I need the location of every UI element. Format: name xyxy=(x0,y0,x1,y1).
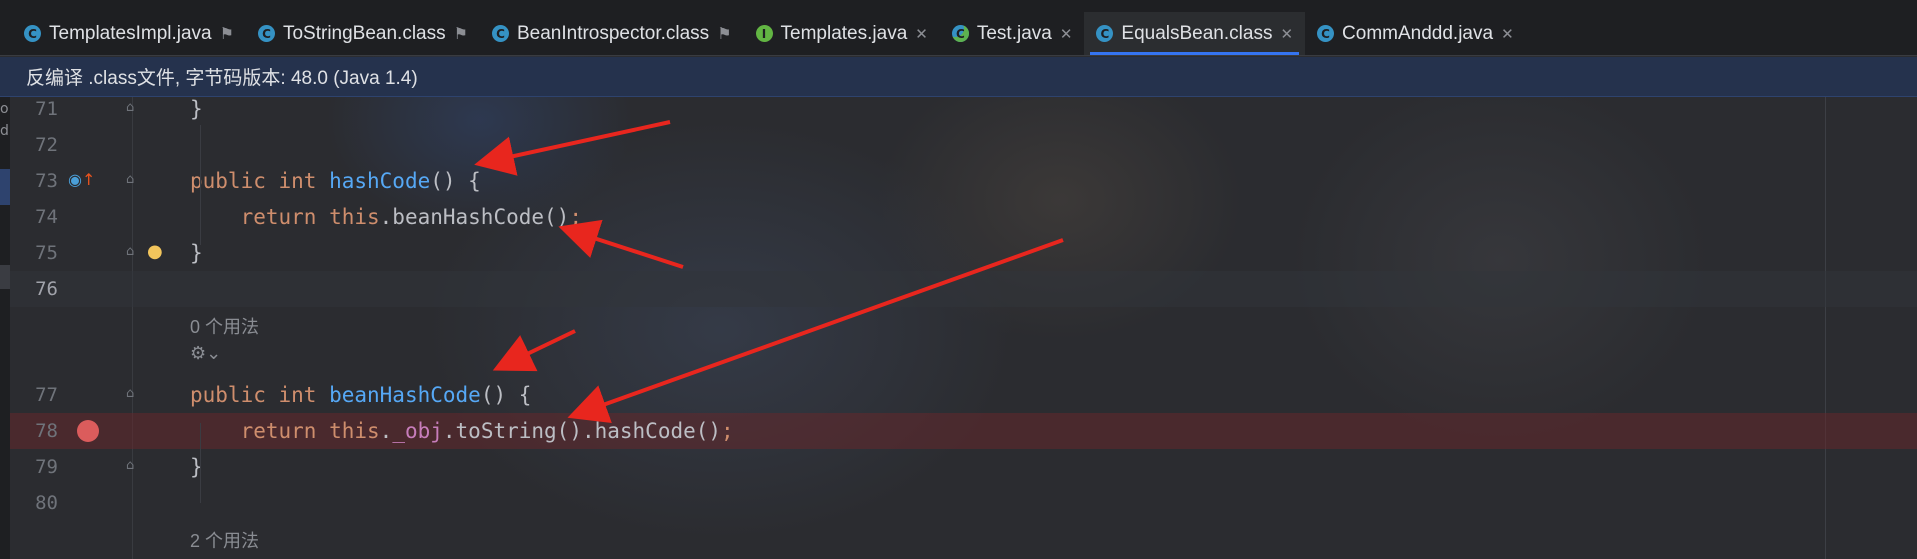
close-icon[interactable]: ✕ xyxy=(1280,25,1293,43)
class-icon: C xyxy=(491,25,509,42)
tab-templatesimpl-java[interactable]: C TemplatesImpl.java ⚑ xyxy=(12,12,246,55)
tab-test-java[interactable]: C Test.java ✕ xyxy=(940,12,1085,55)
code-line[interactable]: 72 xyxy=(10,127,1917,163)
code-text[interactable]: public int hashCode() { xyxy=(190,169,481,193)
inlay-settings-icon[interactable]: ⚙⌄ xyxy=(190,343,221,364)
usage-hint[interactable]: 2 个用法 xyxy=(190,527,259,553)
code-token: public xyxy=(190,169,279,193)
code-line[interactable]: 80 xyxy=(10,485,1917,521)
code-line[interactable]: 76 xyxy=(10,271,1917,307)
tool-window-glyph: o xyxy=(0,101,9,117)
line-number[interactable]: 76 xyxy=(10,278,58,300)
pin-icon[interactable]: ⚑ xyxy=(454,24,468,44)
fold-icon[interactable]: ⌂ xyxy=(126,386,140,402)
code-token: int xyxy=(278,169,330,193)
line-number[interactable]: 73 xyxy=(10,170,58,192)
toolbar-strip xyxy=(0,0,1917,12)
line-number[interactable]: 79 xyxy=(10,456,58,478)
code-line[interactable]: 73 public int hashCode() { xyxy=(10,163,1917,199)
code-line[interactable]: 71} xyxy=(10,91,1917,127)
code-token: public xyxy=(190,383,279,407)
class-icon: C xyxy=(257,25,275,42)
line-number[interactable]: 72 xyxy=(10,134,58,156)
code-token: int xyxy=(278,383,330,407)
tab-beanintrospector-class[interactable]: C BeanIntrospector.class ⚑ xyxy=(480,12,744,55)
code-token: . xyxy=(379,419,393,443)
code-token: () { xyxy=(430,169,481,193)
code-line[interactable]: 77 public int beanHashCode() { xyxy=(10,377,1917,413)
code-token: this xyxy=(329,419,380,443)
tab-commanddd-java[interactable]: C CommAnddd.java ✕ xyxy=(1305,12,1526,55)
lightbulb-icon[interactable]: ● xyxy=(147,241,163,262)
tab-label: CommAnddd.java xyxy=(1342,22,1494,44)
line-number[interactable]: 74 xyxy=(10,206,58,228)
breakpoint-icon[interactable] xyxy=(77,420,99,442)
class-icon: C xyxy=(1317,25,1335,42)
code-line[interactable]: 74 return this.beanHashCode(); xyxy=(10,199,1917,235)
code-token: ; xyxy=(569,205,582,229)
code-token: } xyxy=(190,97,203,121)
code-token: () { xyxy=(480,383,532,407)
code-token: ; xyxy=(721,419,734,443)
code-token: this xyxy=(329,205,380,229)
tab-label: Templates.java xyxy=(780,22,908,44)
class-icon: C xyxy=(1096,25,1114,42)
tab-templates-java[interactable]: I Templates.java ✕ xyxy=(744,12,940,55)
usage-hint[interactable]: 0 个用法 xyxy=(190,313,259,339)
tab-label: TemplatesImpl.java xyxy=(49,22,212,44)
code-text[interactable]: return this._obj.toString().hashCode(); xyxy=(190,419,734,443)
editor-tab-bar: C TemplatesImpl.java ⚑ C ToStringBean.class ⚑… xyxy=(0,12,1917,56)
code-line[interactable]: 78 return this._obj.toString().hashCode(… xyxy=(10,413,1917,449)
code-editor[interactable]: 71} ⌂ 72 73 public int hashCode() {⌂ ◉↑ 74 ret… xyxy=(10,97,1917,559)
close-icon[interactable]: ✕ xyxy=(1060,25,1073,43)
tab-equalsbean-class[interactable]: C EqualsBean.class ✕ xyxy=(1084,12,1306,55)
code-token: beanHashCode xyxy=(329,383,481,407)
code-token: return xyxy=(190,205,330,229)
code-token: .beanHashCode() xyxy=(379,205,570,229)
pin-icon[interactable]: ⚑ xyxy=(220,24,234,44)
fold-icon[interactable]: ⌂ xyxy=(126,244,140,260)
fold-icon[interactable]: ⌂ xyxy=(126,100,140,116)
interface-icon: I xyxy=(755,25,773,42)
code-text[interactable]: public int beanHashCode() { xyxy=(190,383,531,407)
code-line[interactable]: 75} xyxy=(10,235,1917,271)
line-number[interactable]: 80 xyxy=(10,492,58,514)
line-number[interactable]: 71 xyxy=(10,98,58,120)
line-number[interactable]: 75 xyxy=(10,242,58,264)
line-number[interactable]: 77 xyxy=(10,384,58,406)
tab-label: Test.java xyxy=(976,22,1052,44)
code-token: hashCode xyxy=(329,169,431,193)
decompiled-banner-text: 反编译 .class文件, 字节码版本: 48.0 (Java 1.4) xyxy=(26,68,418,89)
scroll-marker xyxy=(0,265,10,289)
indent-guide xyxy=(200,423,201,503)
fold-icon[interactable]: ⌂ xyxy=(126,172,140,188)
code-token: .toString().hashCode() xyxy=(442,419,722,443)
tab-label: ToStringBean.class xyxy=(282,22,446,44)
class-icon: C xyxy=(24,25,41,42)
left-tool-strip: o d xyxy=(0,97,10,559)
close-icon[interactable]: ✕ xyxy=(915,25,928,43)
selection-marker xyxy=(0,169,10,205)
tab-tostringbean-class[interactable]: C ToStringBean.class ⚑ xyxy=(246,12,480,55)
close-icon[interactable]: ✕ xyxy=(1501,25,1514,43)
override-method-icon[interactable]: ◉↑ xyxy=(68,170,95,189)
indent-guide xyxy=(200,125,201,245)
tool-window-glyph: d xyxy=(0,123,9,139)
fold-icon[interactable]: ⌂ xyxy=(126,458,140,474)
code-line[interactable]: 79} xyxy=(10,449,1917,485)
test-class-icon: C xyxy=(951,25,969,42)
code-text[interactable]: return this.beanHashCode(); xyxy=(190,205,582,229)
line-number[interactable]: 78 xyxy=(10,420,58,442)
tab-label: EqualsBean.class xyxy=(1121,22,1273,44)
code-token: return xyxy=(190,419,330,443)
tab-label: BeanIntrospector.class xyxy=(516,22,710,44)
pin-icon[interactable]: ⚑ xyxy=(717,24,731,44)
code-text[interactable]: } xyxy=(190,97,203,121)
code-token: _obj xyxy=(392,419,443,443)
